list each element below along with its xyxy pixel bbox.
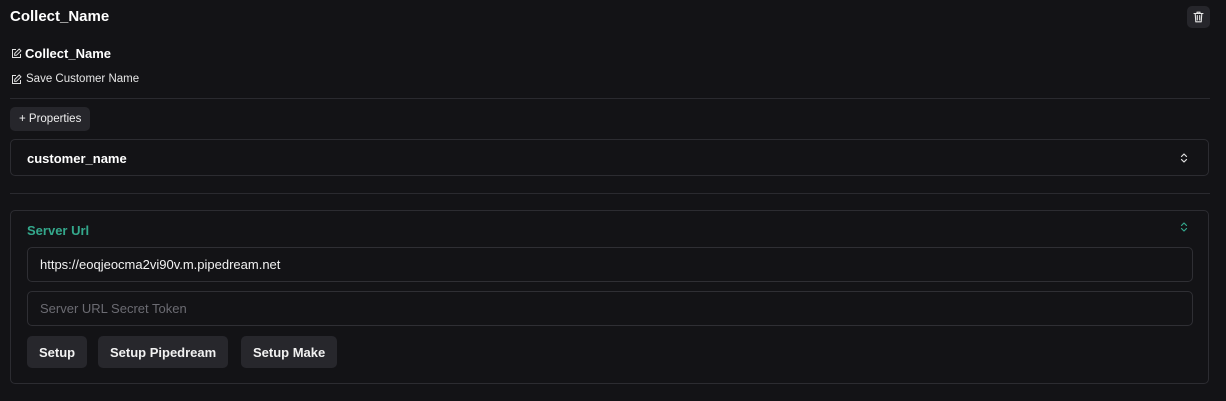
chevron-up-down-icon[interactable] <box>1180 221 1188 233</box>
node-description-row[interactable]: Save Customer Name <box>11 73 139 85</box>
node-description-label: Save Customer Name <box>26 73 140 85</box>
edit-icon <box>11 48 22 59</box>
add-properties-button[interactable]: + Properties <box>10 107 91 131</box>
server-secret-token-input[interactable]: Server URL Secret Token <box>27 291 1193 326</box>
function-node-editor: Collect_Name Collect_Name Save Customer … <box>0 0 1226 401</box>
delete-button[interactable] <box>1187 6 1210 28</box>
divider <box>10 98 1210 99</box>
node-name-label: Collect_Name <box>25 46 111 61</box>
header: Collect_Name <box>10 6 1210 28</box>
node-name-row[interactable]: Collect_Name <box>11 46 111 61</box>
trash-icon <box>1193 11 1204 23</box>
setup-pipedream-button[interactable]: Setup Pipedream <box>98 336 229 368</box>
server-url-panel: Server Url https://eoqjeocma2vi90v.m.pip… <box>10 210 1209 384</box>
chevron-up-down-icon[interactable] <box>1180 152 1188 164</box>
setup-button[interactable]: Setup <box>27 336 88 368</box>
setup-make-button[interactable]: Setup Make <box>241 336 338 368</box>
server-url-title: Server Url <box>27 223 90 238</box>
edit-icon <box>11 74 22 85</box>
property-item-customer-name[interactable]: customer_name <box>10 139 1209 176</box>
server-url-input[interactable]: https://eoqjeocma2vi90v.m.pipedream.net <box>27 247 1193 282</box>
page-title: Collect_Name <box>10 8 110 25</box>
divider <box>10 193 1210 194</box>
property-label: customer_name <box>27 151 127 166</box>
